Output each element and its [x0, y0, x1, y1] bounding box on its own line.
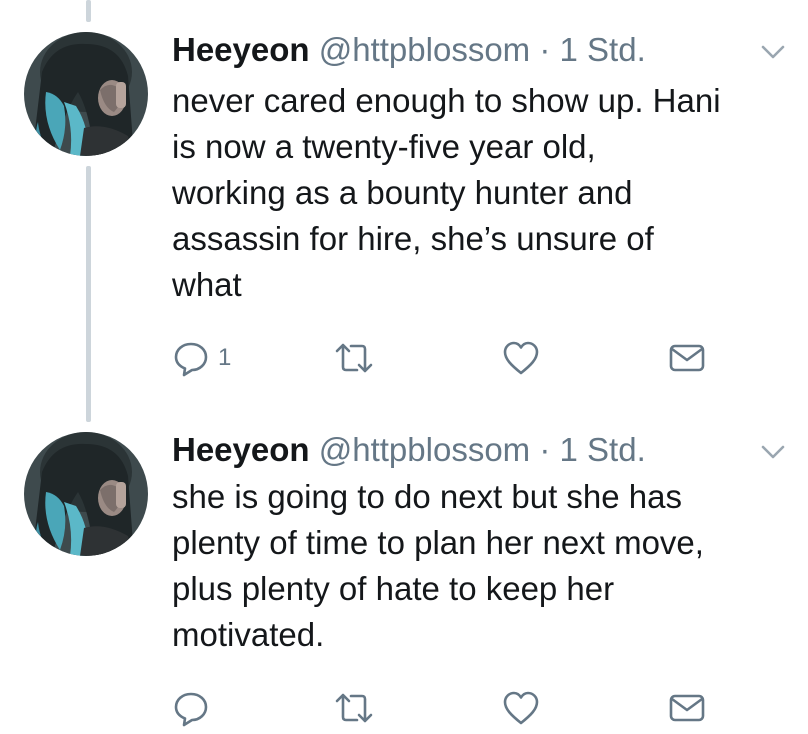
tweet-text-line: assassin for hire, she’s unsure of [172, 220, 654, 257]
reply-button[interactable]: 1 [172, 338, 231, 378]
avatar-image [24, 432, 148, 556]
tweet-text: never cared enough to show up. Hani is n… [172, 78, 792, 308]
direct-message-button[interactable] [667, 688, 707, 728]
avatar[interactable] [24, 32, 148, 156]
tweet-header: Heeyeon @httpblossom · 1 Std. [172, 430, 646, 470]
tweet-text-line: she is going to do next but she has [172, 478, 683, 515]
like-button[interactable] [501, 338, 541, 378]
separator: · [539, 31, 551, 68]
avatar[interactable] [24, 432, 148, 556]
retweet-icon [333, 689, 375, 727]
reply-button[interactable] [172, 688, 218, 728]
handle[interactable]: @httpblossom [319, 431, 530, 468]
separator: · [539, 431, 551, 468]
timestamp[interactable]: 1 Std. [560, 31, 646, 68]
direct-message-icon [667, 339, 707, 377]
retweet-icon [333, 339, 375, 377]
avatar-image [24, 32, 148, 156]
tweet-text-line: working as a bounty hunter and [172, 174, 633, 211]
chevron-down-icon[interactable] [760, 443, 786, 461]
retweet-button[interactable] [333, 338, 375, 378]
chevron-down-icon[interactable] [760, 43, 786, 61]
reply-icon [172, 689, 210, 727]
tweet-actions [0, 688, 808, 728]
reply-icon [172, 339, 210, 377]
direct-message-icon [667, 689, 707, 727]
tweet-text-line: plus plenty of hate to keep her [172, 570, 615, 607]
tweet-header: Heeyeon @httpblossom · 1 Std. [172, 30, 646, 70]
display-name[interactable]: Heeyeon [172, 31, 310, 68]
tweet-text-line: motivated. [172, 616, 325, 653]
tweet-text-line: plenty of time to plan her next move, [172, 524, 704, 561]
like-button[interactable] [501, 688, 541, 728]
tweet-text-line: what [172, 266, 242, 303]
display-name[interactable]: Heeyeon [172, 431, 310, 468]
like-icon [501, 339, 541, 377]
tweet-text-line: is now a twenty-five year old, [172, 128, 596, 165]
tweet[interactable]: Heeyeon @httpblossom · 1 Std. never care… [0, 0, 808, 420]
reply-count: 1 [218, 344, 232, 371]
direct-message-button[interactable] [667, 338, 707, 378]
tweet-text-line: never cared enough to show up. Hani [172, 82, 721, 119]
tweet[interactable]: Heeyeon @httpblossom · 1 Std. she is goi… [0, 420, 808, 734]
tweet-actions: 1 [0, 338, 808, 378]
tweet-text: she is going to do next but she has plen… [172, 474, 792, 658]
timestamp[interactable]: 1 Std. [560, 431, 646, 468]
handle[interactable]: @httpblossom [319, 31, 530, 68]
retweet-button[interactable] [333, 688, 375, 728]
like-icon [501, 689, 541, 727]
